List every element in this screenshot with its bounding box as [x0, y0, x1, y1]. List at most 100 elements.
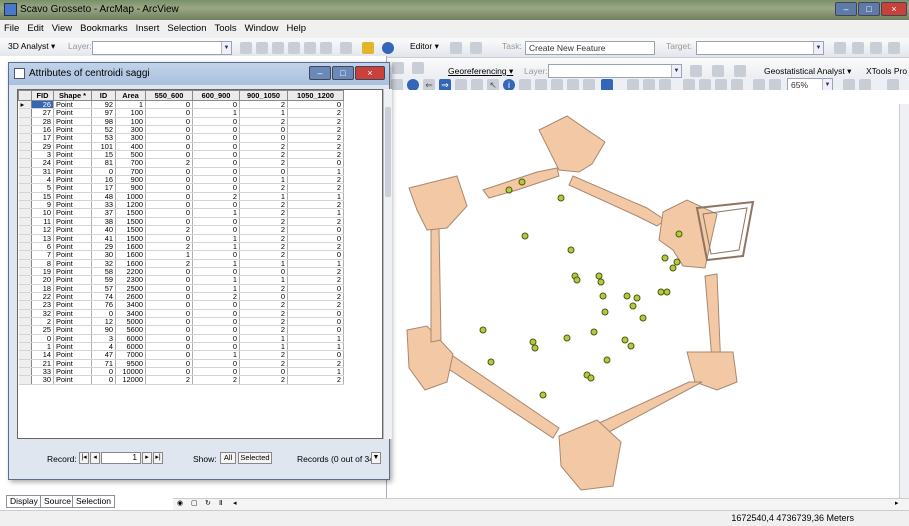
table-cell[interactable]: 0	[192, 250, 240, 260]
split-tool-icon[interactable]	[834, 42, 846, 54]
attr-minimize-button[interactable]: –	[309, 66, 331, 80]
table-vertical-scrollbar[interactable]	[383, 89, 392, 439]
georef-layer-dropdown[interactable]: ▼	[548, 64, 682, 78]
table-cell[interactable]: 0	[287, 234, 344, 243]
tab-selection[interactable]: Selection	[72, 495, 115, 508]
row-selector[interactable]	[18, 242, 32, 252]
table-cell[interactable]: 2	[287, 175, 344, 185]
table-cell[interactable]: Point	[53, 133, 92, 143]
row-selector[interactable]	[18, 317, 32, 327]
table-cell[interactable]: Point	[53, 350, 92, 360]
target-dropdown[interactable]: ▼	[696, 41, 824, 55]
map-vertical-scrollbar[interactable]	[899, 104, 909, 500]
row-selector[interactable]	[18, 167, 32, 177]
surface-icon[interactable]	[240, 42, 252, 54]
table-cell[interactable]: 2	[239, 158, 288, 168]
arcscene-icon[interactable]	[362, 42, 374, 54]
row-selector[interactable]	[18, 259, 32, 268]
table-cell[interactable]: 0	[239, 133, 288, 143]
column-header-id[interactable]: ID	[91, 90, 116, 101]
table-row[interactable]: 25 Point 90 5600 0 0 2 0	[18, 325, 344, 335]
arcglobe-icon[interactable]	[382, 42, 394, 54]
table-cell[interactable]: 0	[287, 225, 344, 235]
menu-insert[interactable]: Insert	[132, 20, 164, 34]
3d-analyst-menu[interactable]: 3D Analyst ▾	[8, 41, 55, 52]
row-selector[interactable]	[18, 309, 32, 318]
table-cell[interactable]: 0	[287, 317, 344, 327]
table-cell[interactable]: 2	[145, 158, 193, 168]
menu-bookmarks[interactable]: Bookmarks	[76, 20, 132, 34]
table-cell[interactable]: 20	[31, 275, 54, 285]
last-record-button[interactable]: ▸|	[153, 452, 163, 464]
table-cell[interactable]: Point	[53, 275, 92, 285]
column-header-900-1050[interactable]: 900_1050	[239, 90, 288, 101]
column-header-1050-1200[interactable]: 1050_1200	[287, 90, 344, 101]
table-cell[interactable]: 0	[192, 325, 240, 335]
scroll-left-icon[interactable]: ◂	[233, 499, 237, 507]
table-cell[interactable]: 1500	[115, 225, 146, 235]
column-header-fid[interactable]: FID	[31, 90, 54, 101]
row-selector[interactable]	[18, 292, 32, 302]
table-cell[interactable]: 0	[192, 158, 240, 168]
table-row[interactable]: 14 Point 47 7000 0 1 2 0	[18, 350, 344, 360]
table-cell[interactable]: 0	[287, 158, 344, 168]
table-cell[interactable]: 2	[239, 375, 288, 385]
table-cell[interactable]: 2	[287, 359, 344, 369]
table-cell[interactable]: 0	[145, 275, 193, 285]
options-dropdown-button[interactable]: ▼	[371, 452, 381, 464]
row-selector[interactable]	[18, 342, 32, 352]
table-cell[interactable]: 0	[145, 133, 193, 143]
row-selector[interactable]	[18, 225, 32, 235]
table-cell[interactable]: 24	[31, 158, 54, 168]
sketch-properties-icon[interactable]	[888, 42, 900, 54]
table-cell[interactable]: 0	[145, 325, 193, 335]
scroll-thumb[interactable]	[385, 107, 391, 197]
attr-maximize-button[interactable]: □	[332, 66, 354, 80]
table-cell[interactable]: 0	[287, 284, 344, 293]
rotate-icon[interactable]	[690, 65, 702, 77]
table-cell[interactable]: 12000	[115, 375, 146, 385]
add-control-points-icon[interactable]	[712, 65, 724, 77]
table-row[interactable]: 12 Point 40 1500 2 0 2 0	[18, 225, 344, 235]
table-cell[interactable]: 2300	[115, 275, 146, 285]
table-cell[interactable]: Point	[53, 325, 92, 335]
table-cell[interactable]: 7	[31, 250, 54, 260]
table-cell[interactable]: 1600	[115, 250, 146, 260]
table-row[interactable]: 7 Point 30 1600 1 0 2 0	[18, 250, 344, 260]
table-cell[interactable]: 100	[115, 108, 146, 118]
first-record-button[interactable]: |◂	[79, 452, 89, 464]
steepest-path-icon[interactable]	[304, 42, 316, 54]
table-cell[interactable]: 0	[145, 350, 193, 360]
show-selected-button[interactable]: Selected	[238, 452, 272, 464]
table-cell[interactable]: 40	[91, 225, 116, 235]
table-cell[interactable]: 14	[31, 350, 54, 360]
table-cell[interactable]: 17	[31, 133, 54, 143]
row-selector[interactable]	[18, 350, 32, 360]
data-view-icon[interactable]: ◉	[177, 499, 183, 507]
column-header-600-900[interactable]: 600_900	[192, 90, 240, 101]
row-selector[interactable]	[18, 150, 32, 160]
table-cell[interactable]: Point	[53, 158, 92, 168]
table-cell[interactable]: 2	[287, 292, 344, 302]
row-selector[interactable]	[18, 200, 32, 210]
row-selector[interactable]	[18, 375, 32, 385]
menu-view[interactable]: View	[48, 20, 76, 34]
table-cell[interactable]: 7000	[115, 350, 146, 360]
table-cell[interactable]: 2	[287, 150, 344, 160]
table-row[interactable]: 30 Point 0 12000 2 2 2 2	[18, 375, 344, 385]
table-cell[interactable]: 1	[287, 367, 344, 377]
table-cell[interactable]: 2	[287, 217, 344, 227]
table-cell[interactable]: 2	[287, 183, 344, 193]
task-dropdown[interactable]: Create New Feature	[525, 41, 655, 55]
sketch-tool-icon[interactable]	[470, 42, 482, 54]
maximize-button[interactable]: □	[858, 2, 880, 16]
attribute-table-window[interactable]: Attributes of centroidi saggi – □ × FID …	[8, 62, 392, 480]
profile-icon[interactable]	[272, 42, 284, 54]
attributes-icon[interactable]	[870, 42, 882, 54]
table-cell[interactable]: 1	[287, 192, 344, 202]
table-cell[interactable]: 2	[145, 375, 193, 385]
table-cell[interactable]: 25	[31, 325, 54, 335]
table-cell[interactable]: 2	[192, 375, 240, 385]
table-cell[interactable]: 2	[287, 275, 344, 285]
table-cell[interactable]: 76	[91, 300, 116, 310]
